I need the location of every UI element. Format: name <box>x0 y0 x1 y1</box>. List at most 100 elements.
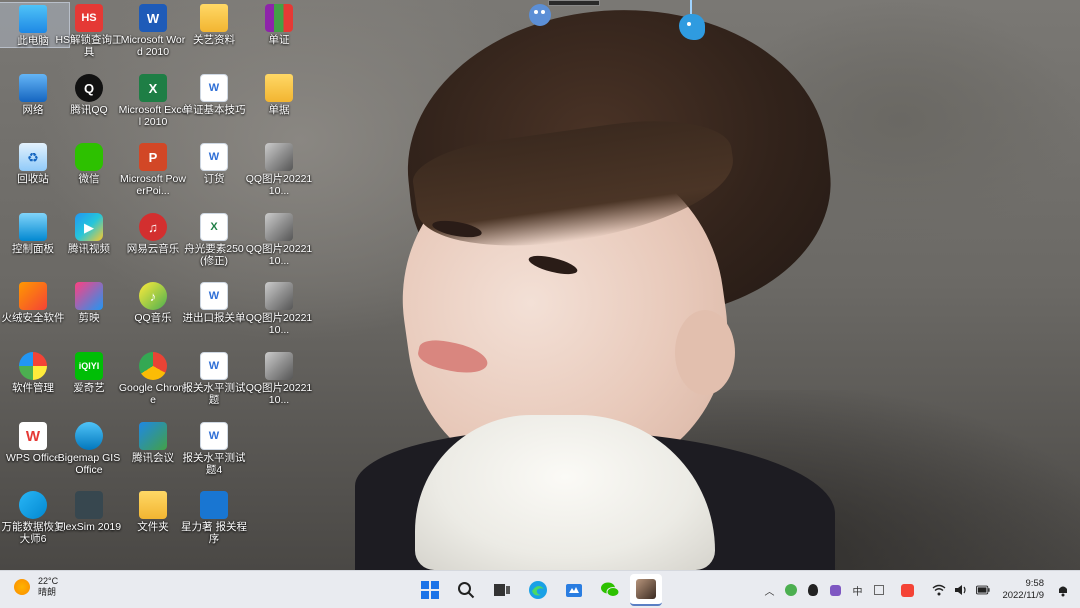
desktop-icon-label: 订货 <box>203 173 225 185</box>
task-view-icon <box>494 584 510 596</box>
image-file-icon <box>265 282 293 310</box>
chevron-up-icon[interactable]: ︿ <box>762 583 776 598</box>
tray-app-small-icon[interactable] <box>872 583 886 597</box>
huorong-icon <box>19 282 47 310</box>
wechat-icon <box>601 582 620 597</box>
desktop-icon-label: 剪映 <box>78 312 100 324</box>
task-view-button[interactable] <box>486 574 518 606</box>
tencent-video-icon: ▶ <box>75 213 103 241</box>
word-doc-icon: W <box>200 74 228 102</box>
image-file-icon <box>265 352 293 380</box>
desktop-icon-label: QQ图片2022110... <box>245 312 313 336</box>
folder-icon <box>265 74 293 102</box>
desktop-icon[interactable]: ▶ 腾讯视频 <box>52 211 126 255</box>
desktop-icon[interactable]: 关艺资料 <box>177 2 251 46</box>
desktop-wallpaper: 此电脑 HS HS解锁查询工具 W Microsoft Word 2010 关艺资料 单证网… <box>0 0 1080 570</box>
wechat-taskbar-button[interactable] <box>594 574 626 606</box>
weather-temp: 22°C <box>38 576 59 586</box>
desktop-icon-label: HS解锁查询工具 <box>55 34 123 58</box>
ime-indicator[interactable]: 中 <box>850 583 864 598</box>
clock-time: 9:58 <box>1025 578 1045 589</box>
search-button[interactable] <box>450 574 482 606</box>
weather-widget[interactable]: 22°C 晴朗 <box>14 576 58 598</box>
desktop-icon-label: QQ图片2022110... <box>245 173 313 197</box>
desktop-icon[interactable]: W 报关水平测试题 <box>177 350 251 406</box>
dolphin-string <box>690 0 692 14</box>
excel-doc-icon: X <box>200 213 228 241</box>
desktop-icon[interactable]: QQ图片2022110... <box>242 211 316 267</box>
edge-button[interactable] <box>522 574 554 606</box>
search-icon <box>458 582 475 599</box>
system-tray: ︿ 中 9:58 2022/11/9 <box>758 571 1080 608</box>
desktop-icon-label: FlexSim 2019 <box>56 521 122 533</box>
desktop-icon-label: 单据 <box>268 104 290 116</box>
bigemap-icon <box>75 422 103 450</box>
wechat-icon <box>75 143 103 171</box>
dolphin-pet-icon[interactable] <box>679 14 705 40</box>
qq-music-icon: ♪ <box>139 282 167 310</box>
desktop-icon-label: 星力著 报关程序 <box>181 521 247 545</box>
sogou-ime-icon[interactable] <box>900 583 914 597</box>
iqiyi-icon: iQIYI <box>75 352 103 380</box>
wifi-icon[interactable] <box>932 583 946 597</box>
desktop-icon[interactable]: QQ图片2022110... <box>242 280 316 336</box>
tray-qq-icon[interactable] <box>806 583 820 597</box>
folder-icon <box>200 4 228 32</box>
battery-icon[interactable] <box>976 583 990 597</box>
desktop-icon[interactable]: 微信 <box>52 141 126 185</box>
clock[interactable]: 9:58 2022/11/9 <box>1002 578 1044 602</box>
word-doc-icon: W <box>200 282 228 310</box>
desktop-icon[interactable]: W 单证基本技巧 <box>177 72 251 116</box>
desktop-icon[interactable]: iQIYI 爱奇艺 <box>52 350 126 394</box>
desktop-icon-label: 单证 <box>268 34 290 46</box>
desktop-icon[interactable]: 星力著 报关程序 <box>177 489 251 545</box>
word-doc-icon: W <box>200 422 228 450</box>
start-button[interactable] <box>414 574 446 606</box>
desktop-icon-label: 腾讯视频 <box>68 243 110 255</box>
powerpoint-icon: P <box>139 143 167 171</box>
desktop-icon[interactable]: W 进出口报关单 <box>177 280 251 324</box>
wps-icon: W <box>19 422 47 450</box>
desktop-icon-label: 爱奇艺 <box>73 382 105 394</box>
tray-app-green-icon[interactable] <box>784 583 798 597</box>
image-file-icon <box>265 213 293 241</box>
volume-icon[interactable] <box>954 583 968 597</box>
flexsim-icon <box>75 491 103 519</box>
desktop-icon[interactable]: HS HS解锁查询工具 <box>52 2 126 58</box>
mascot-pet-icon[interactable] <box>529 4 551 26</box>
word-icon: W <box>139 4 167 32</box>
desktop-icon[interactable]: W 报关水平测试题4 <box>177 420 251 476</box>
desktop-icon-label: 舟光要素250 (修正) <box>184 243 244 267</box>
recycle-bin-icon: ♻ <box>19 143 47 171</box>
desktop-icon[interactable]: QQ图片2022110... <box>242 350 316 406</box>
desktop-icon[interactable]: FlexSim 2019 <box>52 489 126 533</box>
desktop-icon[interactable]: Bigemap GIS Office <box>52 420 126 476</box>
folder-icon <box>139 491 167 519</box>
photo-thumbnail-icon <box>636 579 656 599</box>
desktop-icon[interactable]: 单证 <box>242 2 316 46</box>
photo-viewer-button[interactable] <box>630 574 662 606</box>
desktop-icon[interactable]: X 舟光要素250 (修正) <box>177 211 251 267</box>
weather-condition: 晴朗 <box>38 587 57 597</box>
notification-bell-icon[interactable] <box>1056 583 1070 597</box>
desktop-icon[interactable]: W 订货 <box>177 141 251 185</box>
clock-date: 2022/11/9 <box>1002 590 1044 601</box>
desktop-icon[interactable]: 单据 <box>242 72 316 116</box>
desktop-icon[interactable]: Q 腾讯QQ <box>52 72 126 116</box>
desktop-icon[interactable]: 剪映 <box>52 280 126 324</box>
hs-app-icon: HS <box>75 4 103 32</box>
desktop-icon-label: QQ图片2022110... <box>245 382 313 406</box>
excel-icon: X <box>139 74 167 102</box>
qq-icon: Q <box>75 74 103 102</box>
desktop-icon-label: 进出口报关单 <box>182 312 246 324</box>
desktop-icon-label: Bigemap GIS Office <box>57 452 121 476</box>
wallpaper-ear <box>675 310 735 395</box>
computer-icon <box>19 5 47 33</box>
chrome-icon <box>139 352 167 380</box>
store-button[interactable] <box>558 574 590 606</box>
tray-app-icon[interactable] <box>828 583 842 597</box>
desktop-icon[interactable]: QQ图片2022110... <box>242 141 316 197</box>
windows-icon <box>421 581 439 599</box>
store-icon <box>566 584 582 597</box>
word-doc-icon: W <box>200 352 228 380</box>
